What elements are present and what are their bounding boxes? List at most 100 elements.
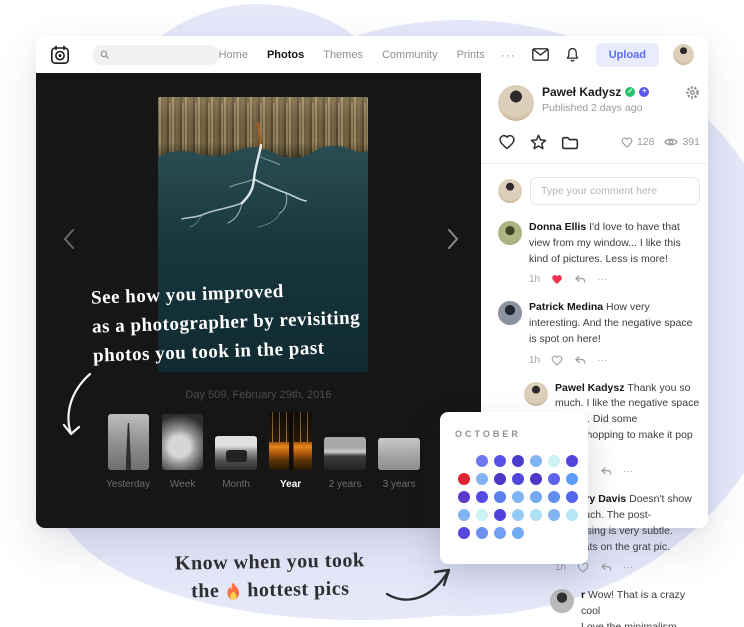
previous-photo-button[interactable] [56,225,80,253]
comment-reply-button[interactable] [574,355,586,366]
nav-link-themes[interactable]: Themes [323,49,363,61]
calendar-dot[interactable] [548,473,560,485]
commenter-avatar[interactable] [498,301,522,325]
navbar: Home Photos Themes Community Prints ··· Uplo… [36,36,708,73]
reply-icon[interactable] [574,274,586,285]
author-name[interactable]: Paweł Kadysz [542,85,621,99]
tookapic-logo-icon[interactable] [50,45,70,65]
thumbnail-image[interactable] [378,438,420,470]
comment-meta: 1h··· [529,272,700,287]
calendar-dot[interactable] [548,455,560,467]
plus-badge: + [639,87,649,97]
calendar-dot[interactable] [512,473,524,485]
comment-author[interactable]: Patrick Medina [529,301,606,313]
reply-icon[interactable] [600,466,612,477]
thumbnail-image[interactable] [324,437,366,470]
comment: Donna Ellis I'd love to have that view f… [498,220,700,287]
calendar-dot[interactable] [494,491,506,503]
comment-reply-button[interactable] [600,562,612,573]
comment-author[interactable]: r [581,589,588,601]
commenter-avatar[interactable] [498,221,522,245]
commenter-avatar[interactable] [550,589,574,613]
calendar-dot[interactable] [476,491,488,503]
comment-like-button[interactable] [551,274,563,285]
calendar-dot[interactable] [512,455,524,467]
calendar-dot[interactable] [458,491,470,503]
calendar-dot[interactable] [566,509,578,521]
comment-time: 1h [529,353,540,368]
comment-more-button[interactable]: ··· [597,353,607,368]
calendar-dot[interactable] [476,527,488,539]
calendar-dot[interactable] [530,473,542,485]
search-input[interactable] [115,48,211,61]
calendar-dot[interactable] [512,527,524,539]
search-bar[interactable] [92,45,219,65]
thumbnail-image[interactable] [108,414,149,470]
comment-author[interactable]: Donna Ellis [529,221,589,233]
reply-icon[interactable] [600,562,612,573]
comment-meta: 1h ··· [529,353,700,368]
calendar-dot[interactable] [458,509,470,521]
comment-author[interactable]: Pawel Kadysz [555,382,627,394]
calendar-dot[interactable] [566,473,578,485]
october-calendar-card: OCTOBER [440,412,588,564]
calendar-dot[interactable] [494,473,506,485]
calendar-dot[interactable] [458,473,470,485]
thumbnail-image[interactable] [215,436,257,470]
thumbnail-year[interactable]: Year [269,412,312,490]
nav-link-prints[interactable]: Prints [457,49,485,61]
comment-more-button[interactable]: ··· [597,272,607,287]
comment-like-button[interactable] [551,355,563,366]
calendar-dot[interactable] [566,455,578,467]
add-to-folder-button[interactable] [561,135,579,150]
thumbnail-3-years[interactable]: 3 years [378,438,420,490]
comment-input[interactable] [530,177,700,205]
calendar-dot[interactable] [548,509,560,521]
calendar-month-title: OCTOBER [455,429,588,439]
comment-reply-button[interactable] [574,274,586,285]
calendar-dot[interactable] [530,509,542,521]
calendar-dot[interactable] [548,491,560,503]
favorite-star-button[interactable] [530,134,547,150]
thumbnail-image[interactable] [269,412,312,470]
thumbnail-month[interactable]: Month [215,436,257,490]
thumbnail-label: 2 years [329,479,362,490]
calendar-dot[interactable] [476,455,488,467]
upload-button[interactable]: Upload [596,43,659,67]
calendar-dot[interactable] [512,509,524,521]
calendar-dot[interactable] [494,455,506,467]
calendar-dot[interactable] [494,509,506,521]
heart-icon[interactable] [551,355,563,366]
more-menu-button[interactable]: ··· [501,48,516,62]
calendar-dot[interactable] [530,455,542,467]
nav-link-home[interactable]: Home [219,49,248,61]
messages-button[interactable] [532,48,549,61]
thumbnail-image[interactable] [162,414,203,470]
nav-link-community[interactable]: Community [382,49,438,61]
next-photo-button[interactable] [441,225,465,253]
thumbnail-week[interactable]: Week [162,414,203,490]
comment-more-button[interactable]: ··· [623,464,633,479]
reply-icon[interactable] [574,355,586,366]
heart-icon[interactable] [551,274,563,285]
comment-reply-button[interactable] [600,466,612,477]
views-count: 391 [664,136,700,148]
calendar-dot[interactable] [530,491,542,503]
calendar-dot[interactable] [476,509,488,521]
calendar-dot[interactable] [512,491,524,503]
comment-more-button[interactable]: ··· [623,560,633,575]
thumbnail-yesterday[interactable]: Yesterday [106,414,150,490]
like-heart-button[interactable] [498,134,516,150]
thumbnail-2-years[interactable]: 2 years [324,437,366,490]
calendar-dot[interactable] [476,473,488,485]
nav-link-photos[interactable]: Photos [267,49,304,61]
calendar-dot[interactable] [494,527,506,539]
author-avatar[interactable] [498,85,534,121]
commenter-avatar[interactable] [524,382,548,406]
calendar-dot[interactable] [566,491,578,503]
current-user-avatar [498,179,522,203]
user-avatar[interactable] [673,44,694,65]
gear-icon[interactable] [685,85,700,105]
notifications-bell-button[interactable] [565,47,580,63]
calendar-dot[interactable] [458,527,470,539]
